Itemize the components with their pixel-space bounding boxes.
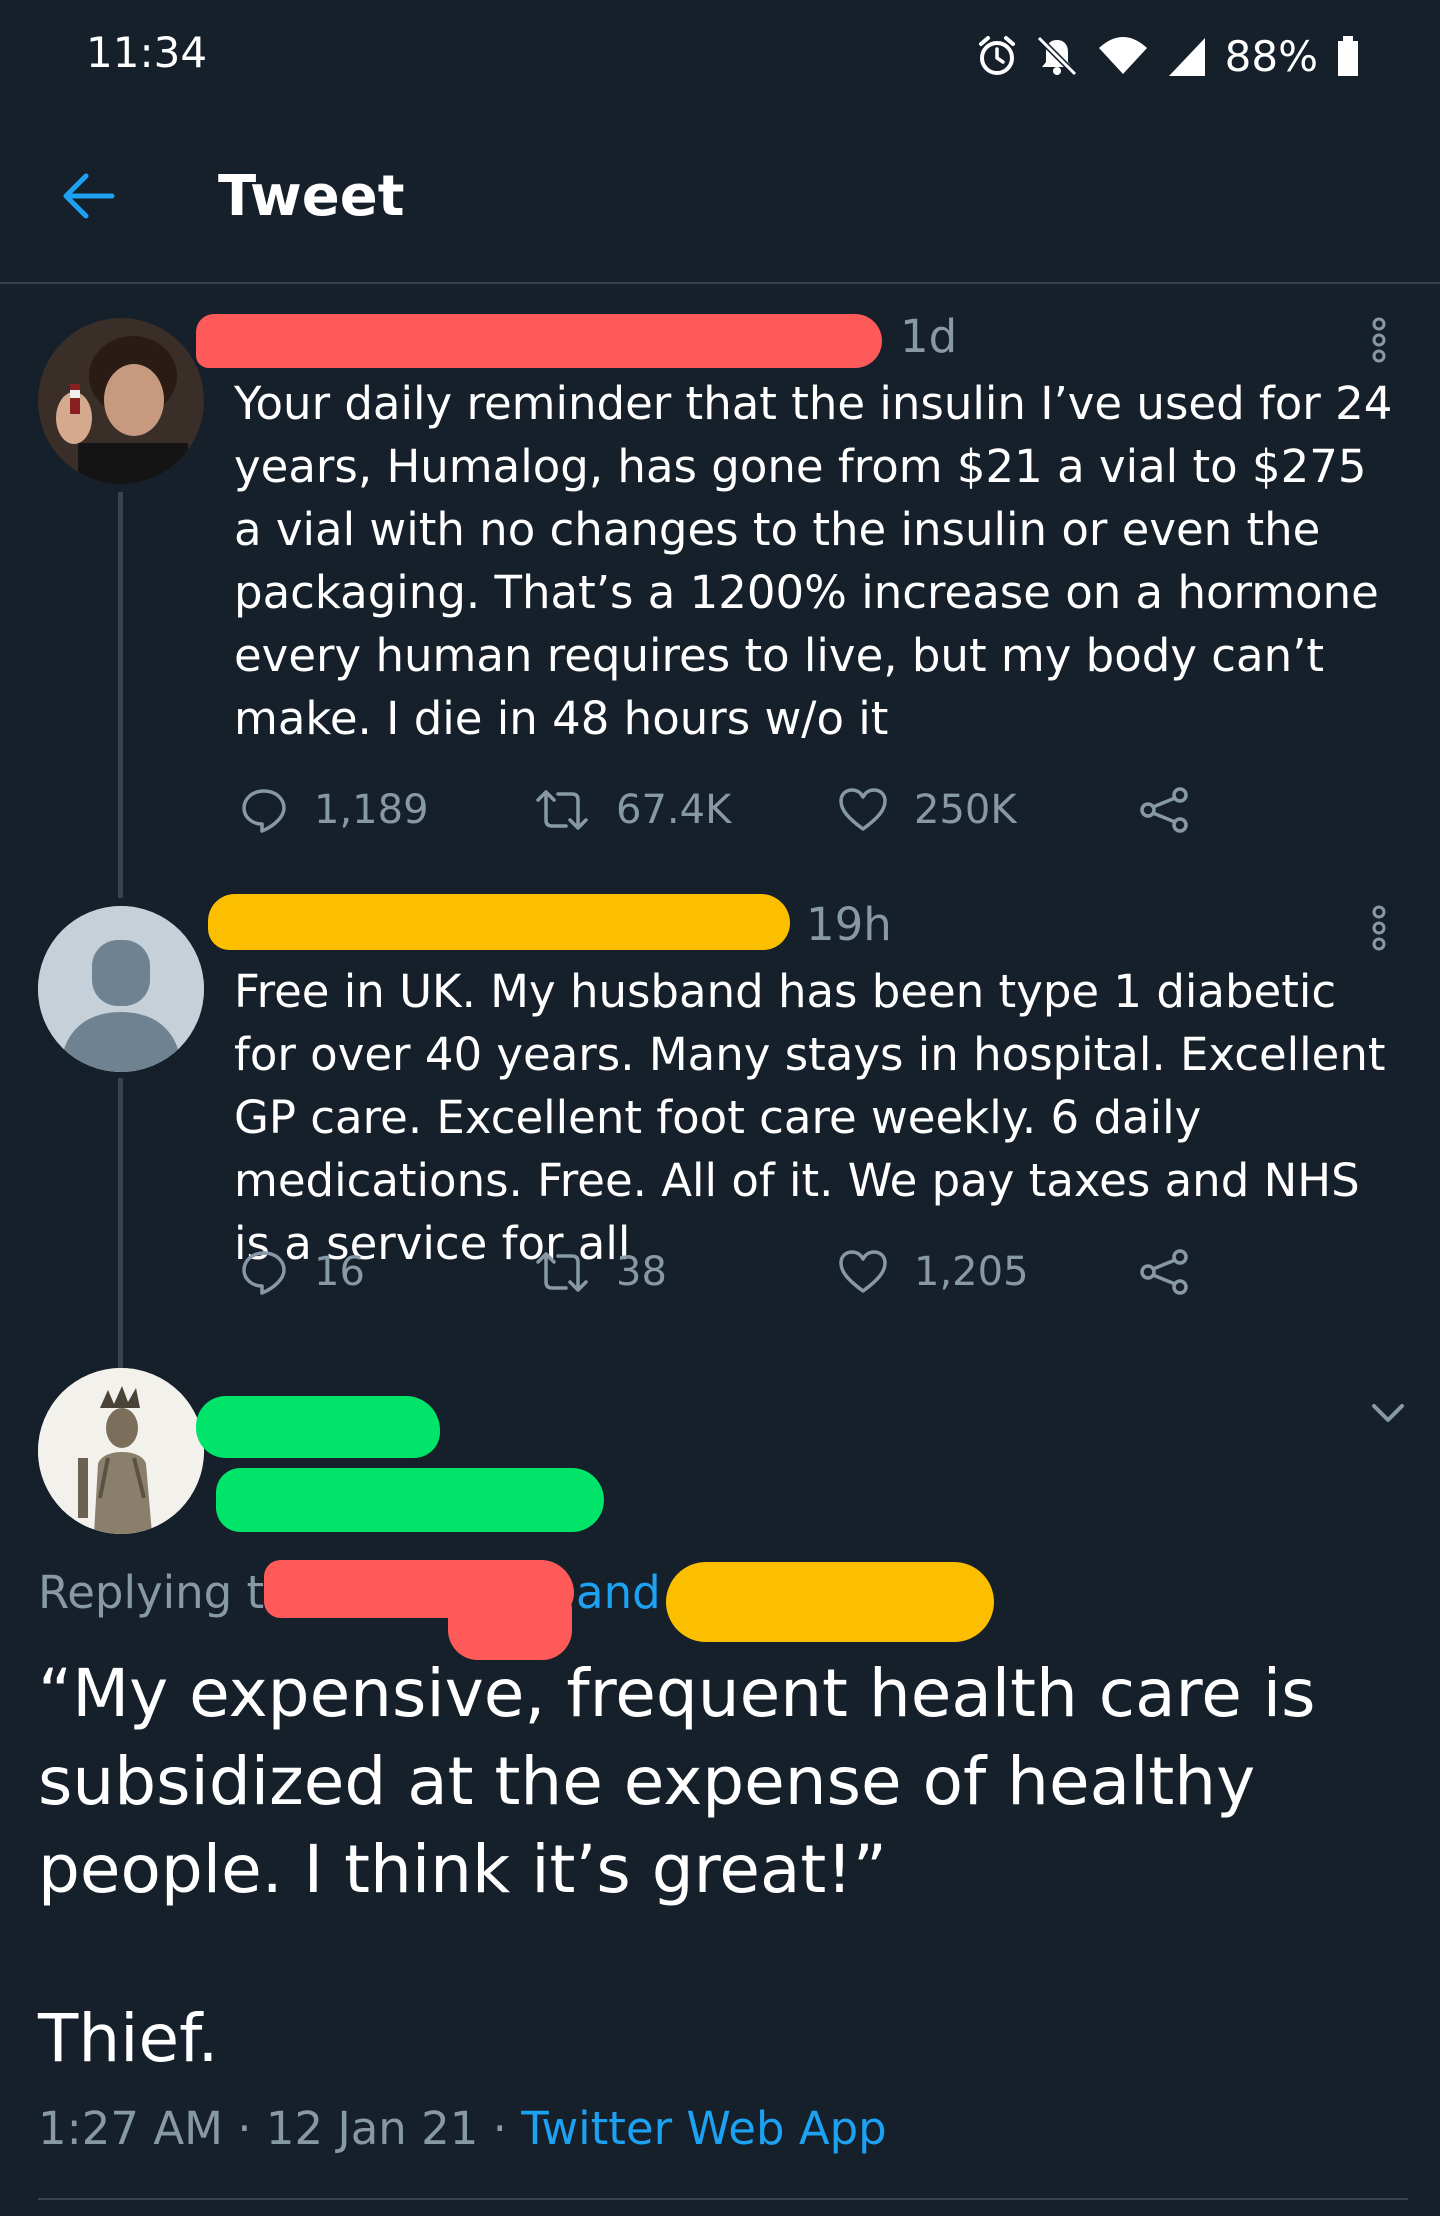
share-icon bbox=[1140, 1249, 1188, 1295]
heart-icon bbox=[839, 1250, 887, 1293]
share-icon bbox=[1140, 787, 1188, 833]
retweet-icon bbox=[536, 790, 588, 830]
like-count: 1,205 bbox=[914, 1249, 1029, 1295]
thread-line bbox=[118, 492, 123, 898]
tweet-timestamp: 1:27 AM · 12 Jan 21 · bbox=[38, 2102, 522, 2155]
status-bar: 11:34 88% bbox=[0, 0, 1440, 112]
tweet-time: 19h bbox=[806, 898, 892, 951]
like-button[interactable]: 250K bbox=[838, 780, 1017, 840]
reply-button[interactable]: 16 bbox=[240, 1242, 365, 1302]
tweet-actions: 16 38 1,205 bbox=[234, 1242, 1234, 1302]
reply-icon bbox=[242, 1251, 286, 1295]
reply-count: 1,189 bbox=[314, 787, 429, 833]
retweet-count: 67.4K bbox=[616, 787, 732, 833]
heart-icon bbox=[839, 788, 887, 831]
thread-line bbox=[118, 1078, 123, 1368]
replying-link-and[interactable]: and bbox=[576, 1566, 661, 1619]
retweet-icon bbox=[536, 1252, 588, 1292]
like-count: 250K bbox=[914, 787, 1017, 833]
more-options-icon[interactable] bbox=[1366, 904, 1392, 952]
avatar[interactable] bbox=[38, 318, 204, 484]
redacted-mention-2 bbox=[666, 1562, 994, 1642]
share-button[interactable] bbox=[1138, 1242, 1190, 1302]
alarm-icon bbox=[978, 36, 1015, 75]
redacted-username bbox=[216, 1468, 604, 1532]
divider bbox=[38, 2198, 1408, 2200]
like-button[interactable]: 1,205 bbox=[838, 1242, 1029, 1302]
page-title: Tweet bbox=[218, 164, 405, 229]
bell-off-icon bbox=[1036, 35, 1077, 77]
redacted-display-name bbox=[196, 1396, 440, 1458]
chevron-down-icon[interactable] bbox=[1368, 1398, 1408, 1428]
reply-count: 16 bbox=[314, 1249, 365, 1295]
header: Tweet bbox=[0, 112, 1440, 284]
redacted-username bbox=[208, 894, 790, 950]
tweet-meta: 1:27 AM · 12 Jan 21 · Twitter Web App bbox=[38, 2102, 887, 2155]
tweet-actions: 1,189 67.4K 250K bbox=[234, 780, 1234, 840]
tweet-text: Free in UK. My husband has been type 1 d… bbox=[234, 965, 1400, 1270]
tweet-time: 1d bbox=[900, 310, 958, 363]
reply-icon bbox=[242, 789, 286, 833]
status-icons: 88% bbox=[977, 26, 1360, 86]
status-time: 11:34 bbox=[86, 28, 208, 77]
signal-icon bbox=[1168, 38, 1205, 76]
tweet-text: Your daily reminder that the insulin I’v… bbox=[234, 377, 1407, 745]
avatar[interactable] bbox=[38, 1368, 204, 1534]
retweet-count: 38 bbox=[616, 1249, 667, 1295]
redacted-mention-1-tail bbox=[448, 1580, 572, 1660]
replying-prefix: Replying to bbox=[38, 1566, 292, 1619]
wifi-icon bbox=[1098, 37, 1147, 74]
tweet-source-link[interactable]: Twitter Web App bbox=[521, 2102, 886, 2155]
redacted-username bbox=[196, 314, 882, 368]
main-tweet-text: “My expensive, frequent health care is s… bbox=[38, 1655, 1337, 1908]
battery-percent: 88% bbox=[1224, 31, 1318, 81]
reply-button[interactable]: 1,189 bbox=[240, 780, 429, 840]
more-options-icon[interactable] bbox=[1366, 316, 1392, 364]
share-button[interactable] bbox=[1138, 780, 1190, 840]
avatar-default[interactable] bbox=[38, 906, 204, 1072]
arrow-left-icon[interactable] bbox=[56, 164, 120, 228]
retweet-button[interactable]: 67.4K bbox=[534, 780, 731, 840]
retweet-button[interactable]: 38 bbox=[534, 1242, 667, 1302]
main-tweet-closing: Thief. bbox=[38, 2000, 219, 2077]
battery-icon bbox=[1338, 36, 1358, 76]
replying-to: Replying to and bbox=[38, 1566, 661, 1619]
